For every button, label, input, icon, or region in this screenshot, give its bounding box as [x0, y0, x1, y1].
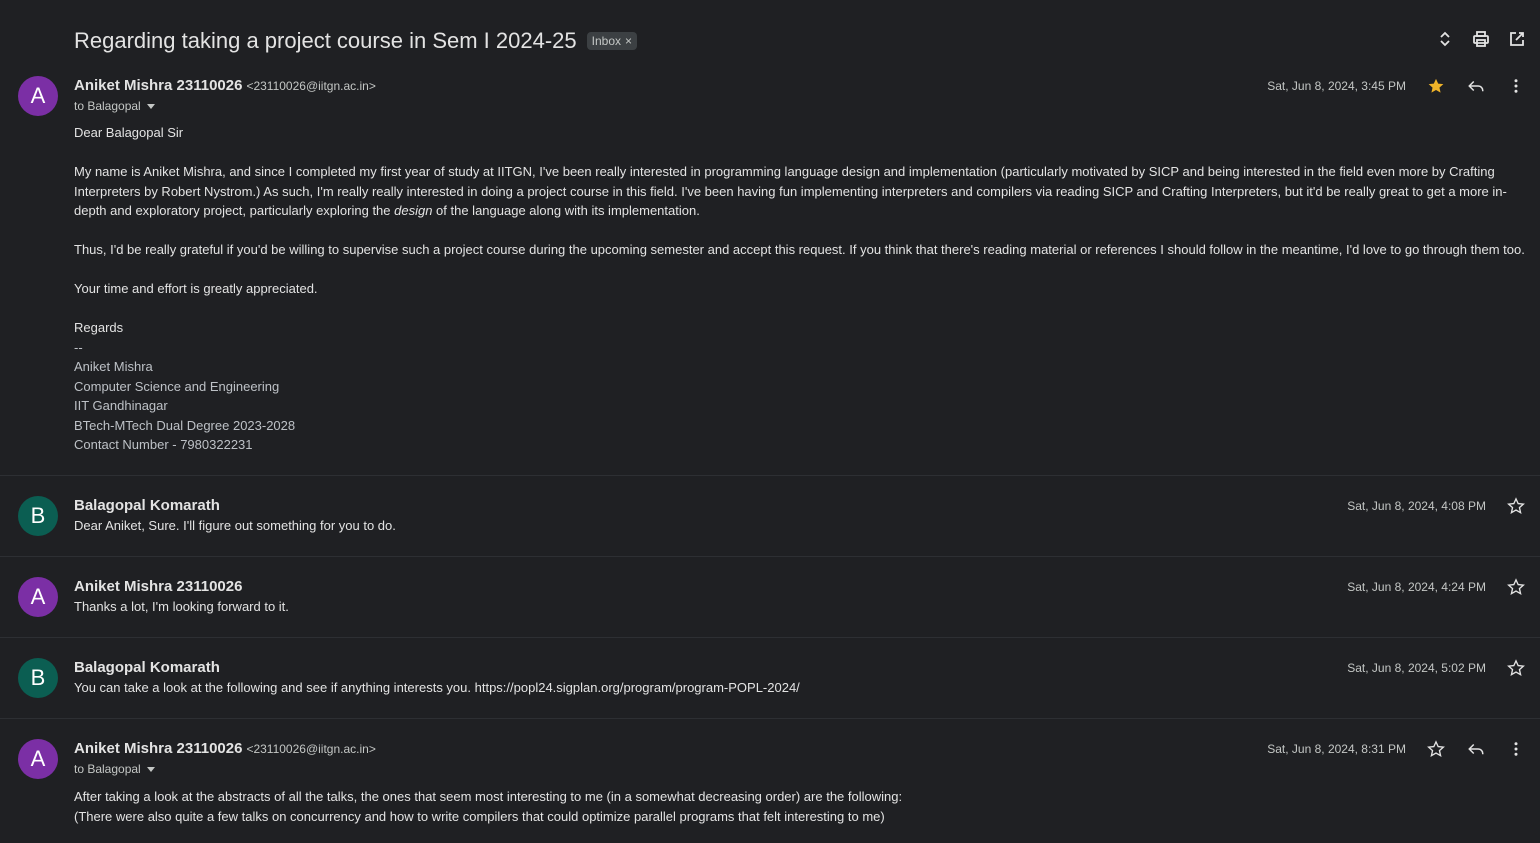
signature-line: --: [74, 339, 83, 355]
signature-line: IIT Gandhinagar: [74, 398, 168, 413]
thread-subject: Regarding taking a project course in Sem…: [74, 28, 638, 54]
chevron-down-icon: [146, 766, 155, 772]
avatar: A: [18, 739, 58, 779]
body-paragraph-3: Your time and effort is greatly apprecia…: [74, 281, 318, 296]
body-paragraph-1: My name is Aniket Mishra, and since I co…: [74, 162, 1530, 221]
sender-email: <23110026@iitgn.ac.in>: [246, 79, 376, 93]
signature-line: BTech-MTech Dual Degree 2023-2028: [74, 417, 296, 433]
message-date: Sat, Jun 8, 2024, 5:02 PM: [1347, 661, 1486, 675]
message-snippet: Dear Aniket, Sure. I'll figure out somet…: [74, 518, 396, 533]
message-body: Dear Balagopal Sir My name is Aniket Mis…: [74, 123, 1530, 455]
message-date: Sat, Jun 8, 2024, 4:08 PM: [1347, 499, 1486, 513]
star-icon[interactable]: [1507, 497, 1525, 520]
signature-line: Computer Science and Engineering: [74, 378, 280, 394]
sender-name: Aniket Mishra 23110026 <23110026@iitgn.ac…: [74, 77, 376, 94]
avatar: B: [18, 496, 58, 536]
avatar: A: [18, 577, 58, 617]
message-snippet: You can take a look at the following and…: [74, 680, 800, 695]
message-body: After taking a look at the abstracts of …: [74, 787, 1530, 826]
body-text-span: My name is Aniket Mishra, and since I co…: [74, 164, 1507, 218]
recipients-toggle[interactable]: to Balagopal: [74, 762, 155, 776]
inbox-label-chip[interactable]: Inbox ×: [586, 32, 638, 50]
message-expanded-5: A Aniket Mishra 23110026 <23110026@iitgn.…: [0, 719, 1540, 843]
message-expanded-1: A Aniket Mishra 23110026 <23110026@iitgn.…: [0, 74, 1540, 474]
star-icon[interactable]: [1507, 659, 1525, 682]
message-collapsed-2[interactable]: B Balagopal Komarath Dear Aniket, Sure. …: [0, 476, 1540, 556]
subject-text: Regarding taking a project course in Sem…: [74, 28, 577, 53]
sender-name: Balagopal Komarath: [74, 659, 220, 676]
body-line-2: (There were also quite a few talks on co…: [74, 808, 885, 824]
recipients-text: to Balagopal: [74, 762, 141, 776]
message-collapsed-4[interactable]: B Balagopal Komarath You can take a look…: [0, 638, 1540, 718]
chevron-down-icon: [146, 103, 155, 109]
body-paragraph-2: Thus, I'd be really grateful if you'd be…: [74, 242, 1525, 257]
body-line-1: After taking a look at the abstracts of …: [74, 789, 903, 804]
open-in-new-window-icon[interactable]: [1508, 30, 1526, 48]
message-date: Sat, Jun 8, 2024, 3:45 PM: [1267, 79, 1406, 93]
avatar: A: [18, 76, 58, 116]
body-text-span: of the language along with its implement…: [432, 203, 700, 218]
message-date: Sat, Jun 8, 2024, 4:24 PM: [1347, 580, 1486, 594]
more-vert-icon[interactable]: [1507, 77, 1525, 100]
thread-toolbar: [1436, 30, 1526, 48]
more-vert-icon[interactable]: [1507, 740, 1525, 763]
inbox-label-text: Inbox: [591, 34, 621, 48]
sender-name: Aniket Mishra 23110026 <23110026@iitgn.ac…: [74, 740, 376, 757]
signature: -- Aniket Mishra Computer Science and En…: [74, 338, 1530, 455]
reply-icon[interactable]: [1467, 740, 1485, 763]
remove-label-icon[interactable]: ×: [625, 34, 632, 48]
regards-line: Regards: [74, 320, 124, 335]
message-date: Sat, Jun 8, 2024, 8:31 PM: [1267, 742, 1406, 756]
email-thread-view: Regarding taking a project course in Sem…: [0, 0, 1540, 843]
star-icon[interactable]: [1427, 740, 1445, 763]
message-collapsed-3[interactable]: A Aniket Mishra 23110026 Thanks a lot, I…: [0, 557, 1540, 637]
thread-header: Regarding taking a project course in Sem…: [0, 0, 1540, 70]
expand-collapse-icon[interactable]: [1436, 30, 1454, 48]
reply-icon[interactable]: [1467, 77, 1485, 100]
recipients-toggle[interactable]: to Balagopal: [74, 99, 155, 113]
avatar: B: [18, 658, 58, 698]
greeting: Dear Balagopal Sir: [74, 125, 184, 140]
sender-email: <23110026@iitgn.ac.in>: [246, 742, 376, 756]
emphasis-text: design: [394, 203, 433, 218]
sender-name-text: Aniket Mishra 23110026: [74, 77, 243, 94]
star-icon[interactable]: [1427, 77, 1445, 100]
sender-name: Aniket Mishra 23110026: [74, 578, 243, 595]
print-icon[interactable]: [1472, 30, 1490, 48]
sender-name: Balagopal Komarath: [74, 497, 220, 514]
message-snippet: Thanks a lot, I'm looking forward to it.: [74, 599, 289, 614]
signature-line: Contact Number - 7980322231: [74, 437, 253, 452]
recipients-text: to Balagopal: [74, 99, 141, 113]
sender-name-text: Aniket Mishra 23110026: [74, 740, 243, 757]
star-icon[interactable]: [1507, 578, 1525, 601]
signature-line: Aniket Mishra: [74, 359, 153, 374]
